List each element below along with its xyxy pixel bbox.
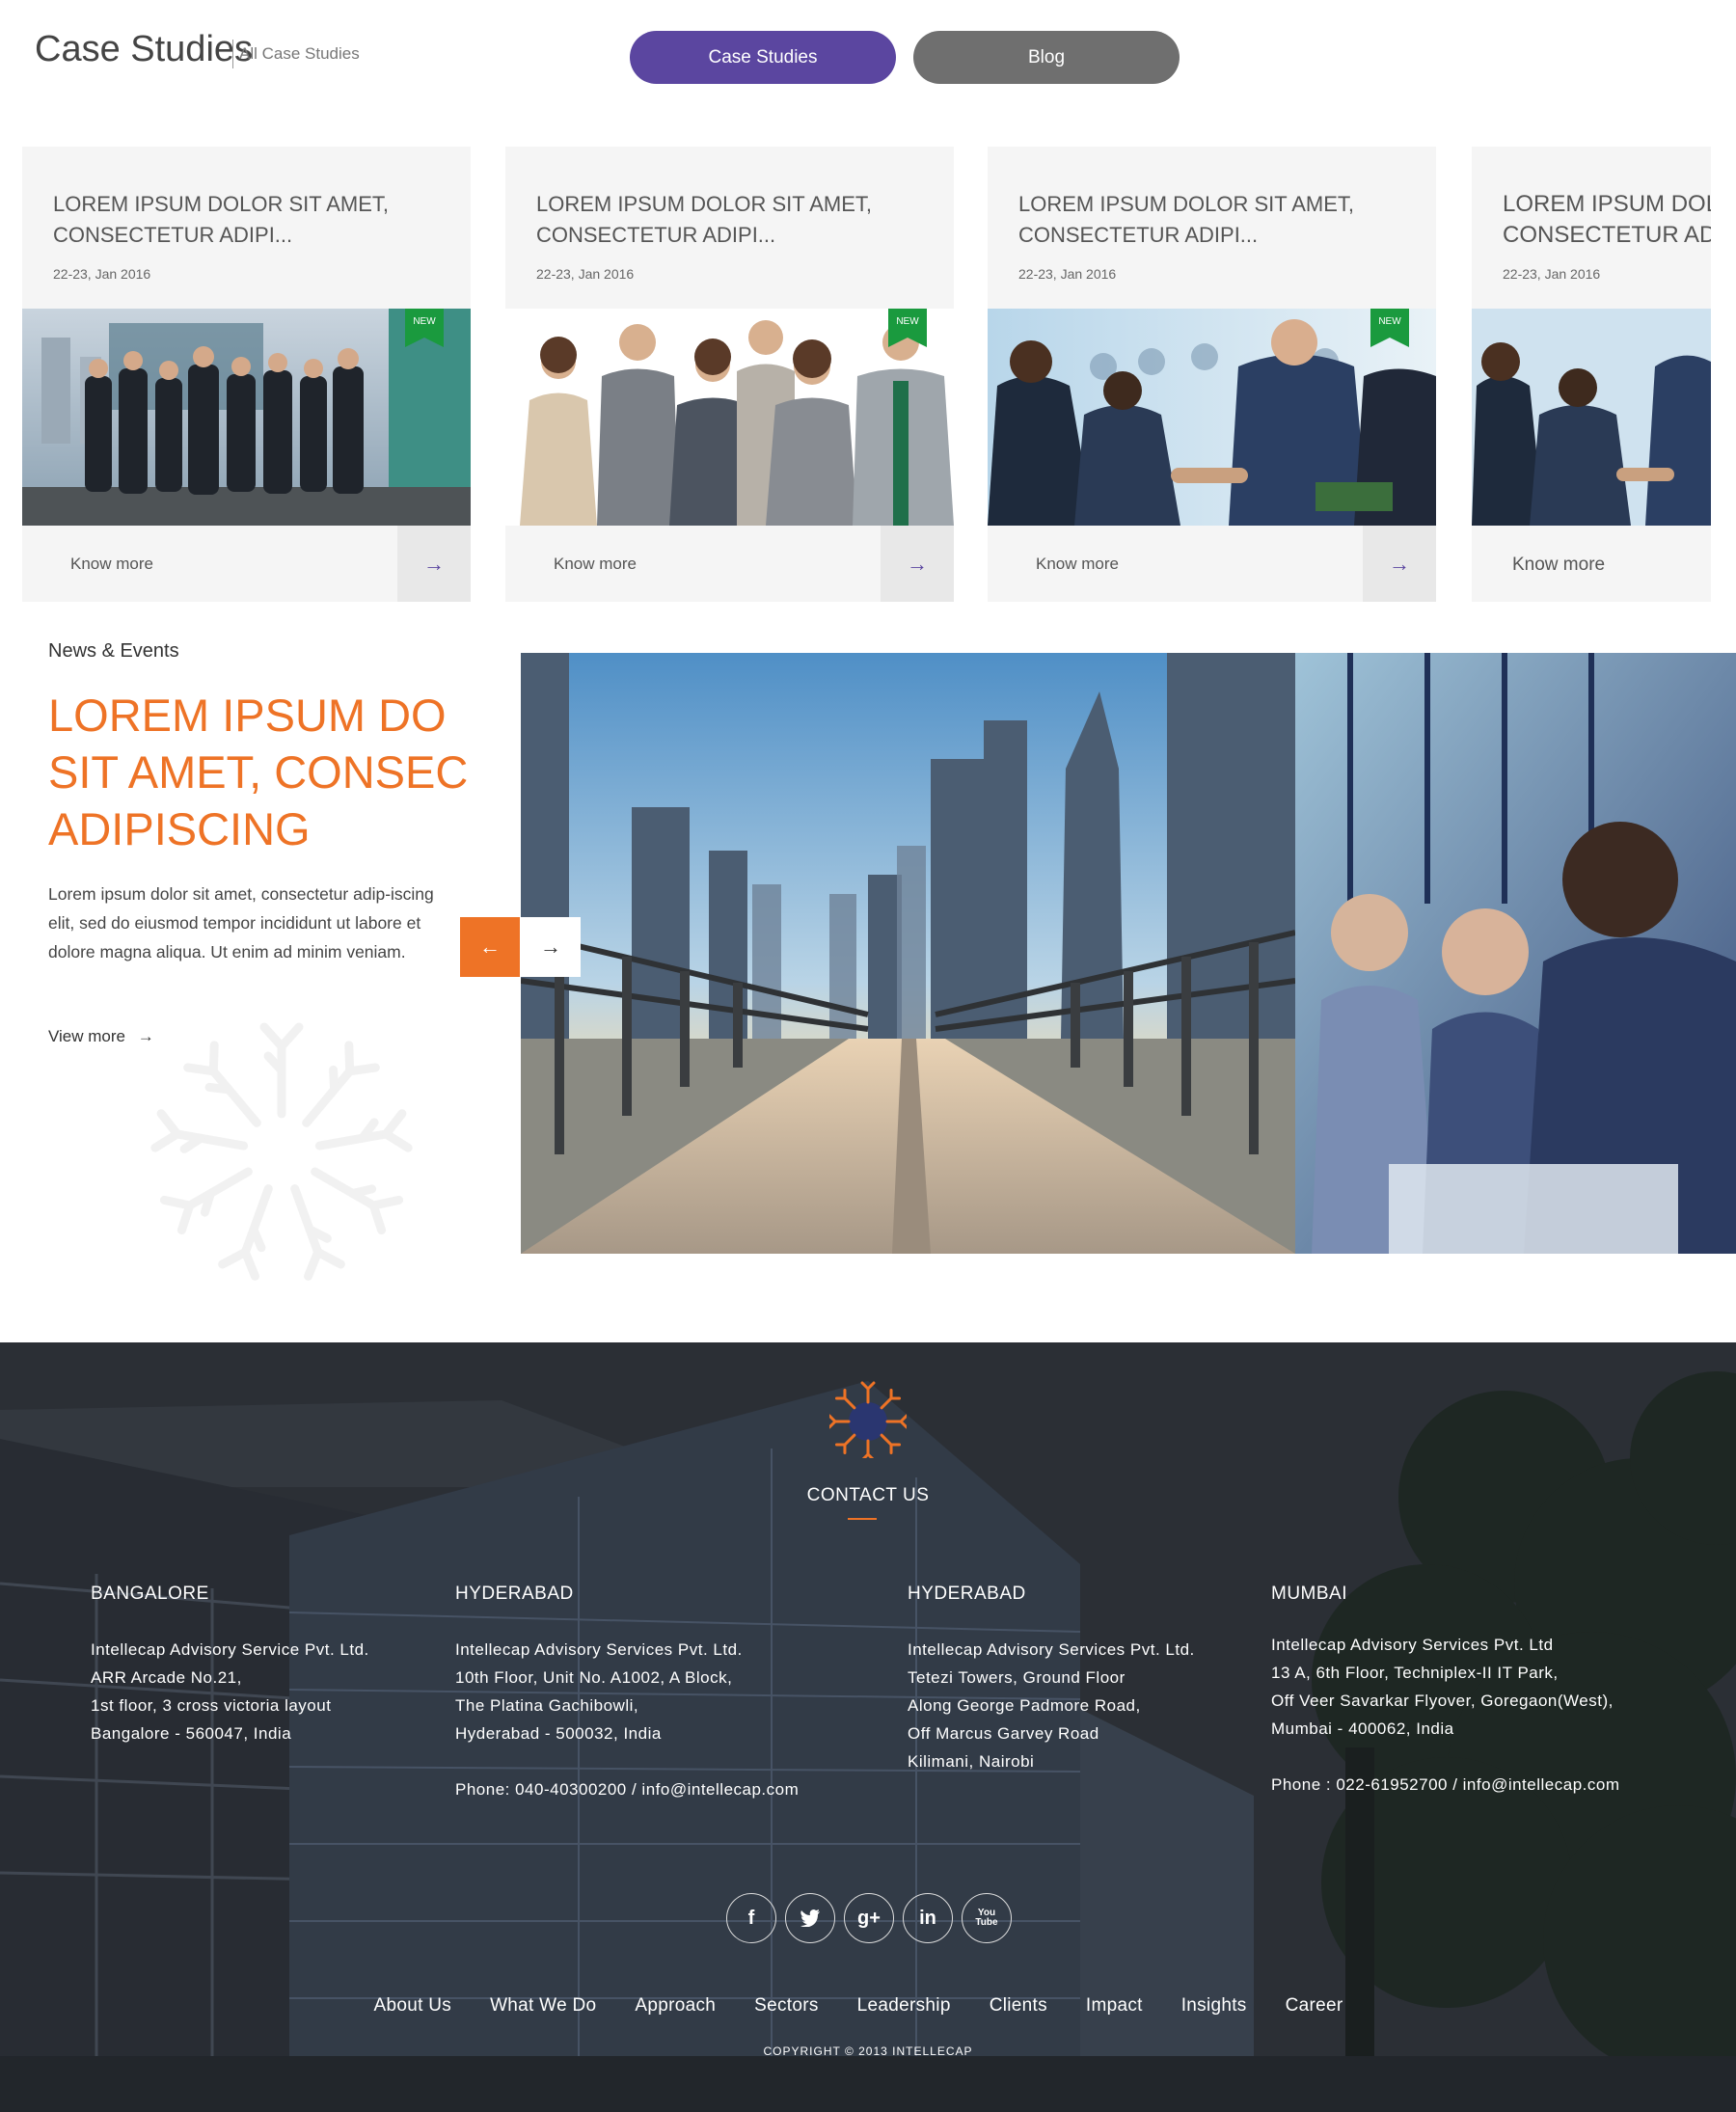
footer-link-impact[interactable]: Impact xyxy=(1086,1995,1143,2017)
address-line: Hyderabad - 500032, India xyxy=(455,1724,662,1743)
office-nairobi: HYDERABAD Intellecap Advisory Services P… xyxy=(908,1584,1195,1775)
news-image-slider[interactable] xyxy=(521,653,1736,1254)
decorative-logo-icon xyxy=(149,1022,415,1297)
address-line: The Platina Gachibowli, xyxy=(455,1696,639,1715)
view-more-label: View more xyxy=(48,1027,125,1045)
card-date: 22-23, Jan 2016 xyxy=(1018,266,1117,282)
case-study-card[interactable]: LOREM IPSUM DOLOR SIT AMET, CONSECTETUR … xyxy=(505,147,954,602)
address-line: 10th Floor, Unit No. A1002, A Block, xyxy=(455,1668,733,1687)
slider-next-button[interactable]: → xyxy=(521,917,581,977)
card-footer: Know more xyxy=(1472,526,1711,602)
card-image[interactable] xyxy=(1472,309,1711,526)
news-body: Lorem ipsum dolor sit amet, consectetur … xyxy=(48,884,434,961)
office-city: HYDERABAD xyxy=(908,1584,1026,1604)
contact-line[interactable]: Phone : 022-61952700 / info@intellecap.c… xyxy=(1271,1771,1620,1799)
card-footer: Know more → xyxy=(988,526,1436,602)
office-city: MUMBAI xyxy=(1271,1584,1347,1604)
twitter-icon[interactable] xyxy=(785,1893,835,1943)
footer-link-insights[interactable]: Insights xyxy=(1181,1995,1247,2017)
card-title: LOREM IPSUM DOLOR SIT AMET, CONSECTETUR … xyxy=(53,192,389,247)
footer-nav: About Us What We Do Approach Sectors Lea… xyxy=(0,1995,1736,2017)
footer-link-clients[interactable]: Clients xyxy=(990,1995,1047,2017)
know-more-link[interactable]: Know more xyxy=(554,555,637,574)
office-city: HYDERABAD xyxy=(455,1584,574,1604)
footer-link-career[interactable]: Career xyxy=(1286,1995,1343,2017)
footer-link-approach[interactable]: Approach xyxy=(635,1995,716,2017)
footer-link-what-we-do[interactable]: What We Do xyxy=(490,1995,596,2017)
address-line: Intellecap Advisory Services Pvt. Ltd. xyxy=(455,1640,743,1659)
social-links: f g+ in You Tube xyxy=(726,1893,1012,1943)
office-mumbai: MUMBAI Intellecap Advisory Services Pvt.… xyxy=(1271,1584,1620,1799)
address-line: Intellecap Advisory Services Pvt. Ltd. xyxy=(908,1640,1195,1659)
card-title: LOREM IPSUM DOLOR SIT AMET, CONSECTETUR … xyxy=(1018,192,1354,247)
address-line: 13 A, 6th Floor, Techniplex-II IT Park, xyxy=(1271,1664,1559,1682)
card-image[interactable] xyxy=(22,309,471,526)
address-line: Mumbai - 400062, India xyxy=(1271,1719,1454,1738)
address-line: Off Marcus Garvey Road xyxy=(908,1724,1099,1743)
address-line: Bangalore - 560047, India xyxy=(91,1724,292,1743)
card-date: 22-23, Jan 2016 xyxy=(1503,266,1601,282)
address-line: Intellecap Advisory Services Pvt. Ltd xyxy=(1271,1636,1554,1654)
copyright-text: COPYRIGHT © 2013 INTELLECAP xyxy=(763,2044,973,2058)
address-line: Along George Padmore Road, xyxy=(908,1696,1141,1715)
card-image[interactable] xyxy=(505,309,954,526)
know-more-link[interactable]: Know more xyxy=(1512,555,1605,576)
office-hyderabad: HYDERABAD Intellecap Advisory Services P… xyxy=(455,1584,799,1803)
tab-case-studies[interactable]: Case Studies xyxy=(630,31,896,84)
page-title: Case Studies xyxy=(35,29,254,69)
case-study-card[interactable]: LOREM IPSUM DOLOR SIT AMET, CONSECTETUR … xyxy=(22,147,471,602)
slider-prev-button[interactable]: ← xyxy=(460,917,520,977)
card-title: LOREM IPSUM DOLOR SIT AMET, CONSECTETUR … xyxy=(1503,191,1711,248)
facebook-icon[interactable]: f xyxy=(726,1893,776,1943)
address-line: 1st floor, 3 cross victoria layout xyxy=(91,1696,332,1715)
address-line: Kilimani, Nairobi xyxy=(908,1752,1035,1771)
footer-link-about-us[interactable]: About Us xyxy=(374,1995,452,2017)
footer-link-sectors[interactable]: Sectors xyxy=(754,1995,819,2017)
card-date: 22-23, Jan 2016 xyxy=(536,266,635,282)
card-footer: Know more → xyxy=(505,526,954,602)
case-study-carousel: LOREM IPSUM DOLOR SIT AMET, CONSECTETUR … xyxy=(0,147,1736,604)
google-plus-glyph: g+ xyxy=(857,1907,881,1929)
news-events-heading: News & Events xyxy=(48,640,179,662)
office-bangalore: BANGALORE Intellecap Advisory Service Pv… xyxy=(91,1584,369,1747)
news-title: LOREM IPSUM DO SIT AMET, CONSEC ADIPISCI… xyxy=(48,690,469,854)
arrow-right-icon[interactable]: → xyxy=(1363,526,1436,602)
contact-line[interactable]: Phone: 040-40300200 / info@intellecap.co… xyxy=(455,1775,799,1803)
address-line: Intellecap Advisory Service Pvt. Ltd. xyxy=(91,1640,369,1659)
address-line: Off Veer Savarkar Flyover, Goregaon(West… xyxy=(1271,1692,1614,1710)
all-case-studies-link[interactable]: All Case Studies xyxy=(239,44,360,64)
tab-blog[interactable]: Blog xyxy=(913,31,1180,84)
card-image[interactable] xyxy=(988,309,1436,526)
heading-underline xyxy=(848,1518,877,1520)
case-study-card[interactable]: LOREM IPSUM DOLOR SIT AMET, CONSECTETUR … xyxy=(1472,147,1711,602)
arrow-right-icon: → xyxy=(540,934,561,959)
google-plus-icon[interactable]: g+ xyxy=(844,1893,894,1943)
address-line: ARR Arcade No.21, xyxy=(91,1668,242,1687)
linkedin-icon[interactable]: in xyxy=(903,1893,953,1943)
know-more-link[interactable]: Know more xyxy=(1036,555,1119,574)
intellecap-logo-icon xyxy=(829,1381,907,1458)
case-study-card[interactable]: LOREM IPSUM DOLOR SIT AMET, CONSECTETUR … xyxy=(988,147,1436,602)
card-title: LOREM IPSUM DOLOR SIT AMET, CONSECTETUR … xyxy=(536,192,872,247)
contact-us-heading: CONTACT US xyxy=(806,1485,930,1505)
arrow-left-icon: ← xyxy=(479,934,501,959)
card-footer: Know more → xyxy=(22,526,471,602)
twitter-bird-icon xyxy=(800,1909,820,1927)
arrow-right-icon[interactable]: → xyxy=(397,526,471,602)
youtube-glyph: You Tube xyxy=(975,1908,998,1928)
linkedin-glyph: in xyxy=(919,1907,936,1929)
view-more-link[interactable]: View more → xyxy=(48,1027,154,1046)
footer-link-leadership[interactable]: Leadership xyxy=(857,1995,951,2017)
facebook-glyph: f xyxy=(747,1907,755,1929)
arrow-right-icon[interactable]: → xyxy=(881,526,954,602)
office-city: BANGALORE xyxy=(91,1584,209,1604)
know-more-link[interactable]: Know more xyxy=(70,555,153,574)
youtube-icon[interactable]: You Tube xyxy=(962,1893,1012,1943)
address-line: Tetezi Towers, Ground Floor xyxy=(908,1668,1126,1687)
title-divider xyxy=(232,40,233,68)
card-date: 22-23, Jan 2016 xyxy=(53,266,151,282)
footer: CONTACT US BANGALORE Intellecap Advisory… xyxy=(0,1342,1736,2112)
